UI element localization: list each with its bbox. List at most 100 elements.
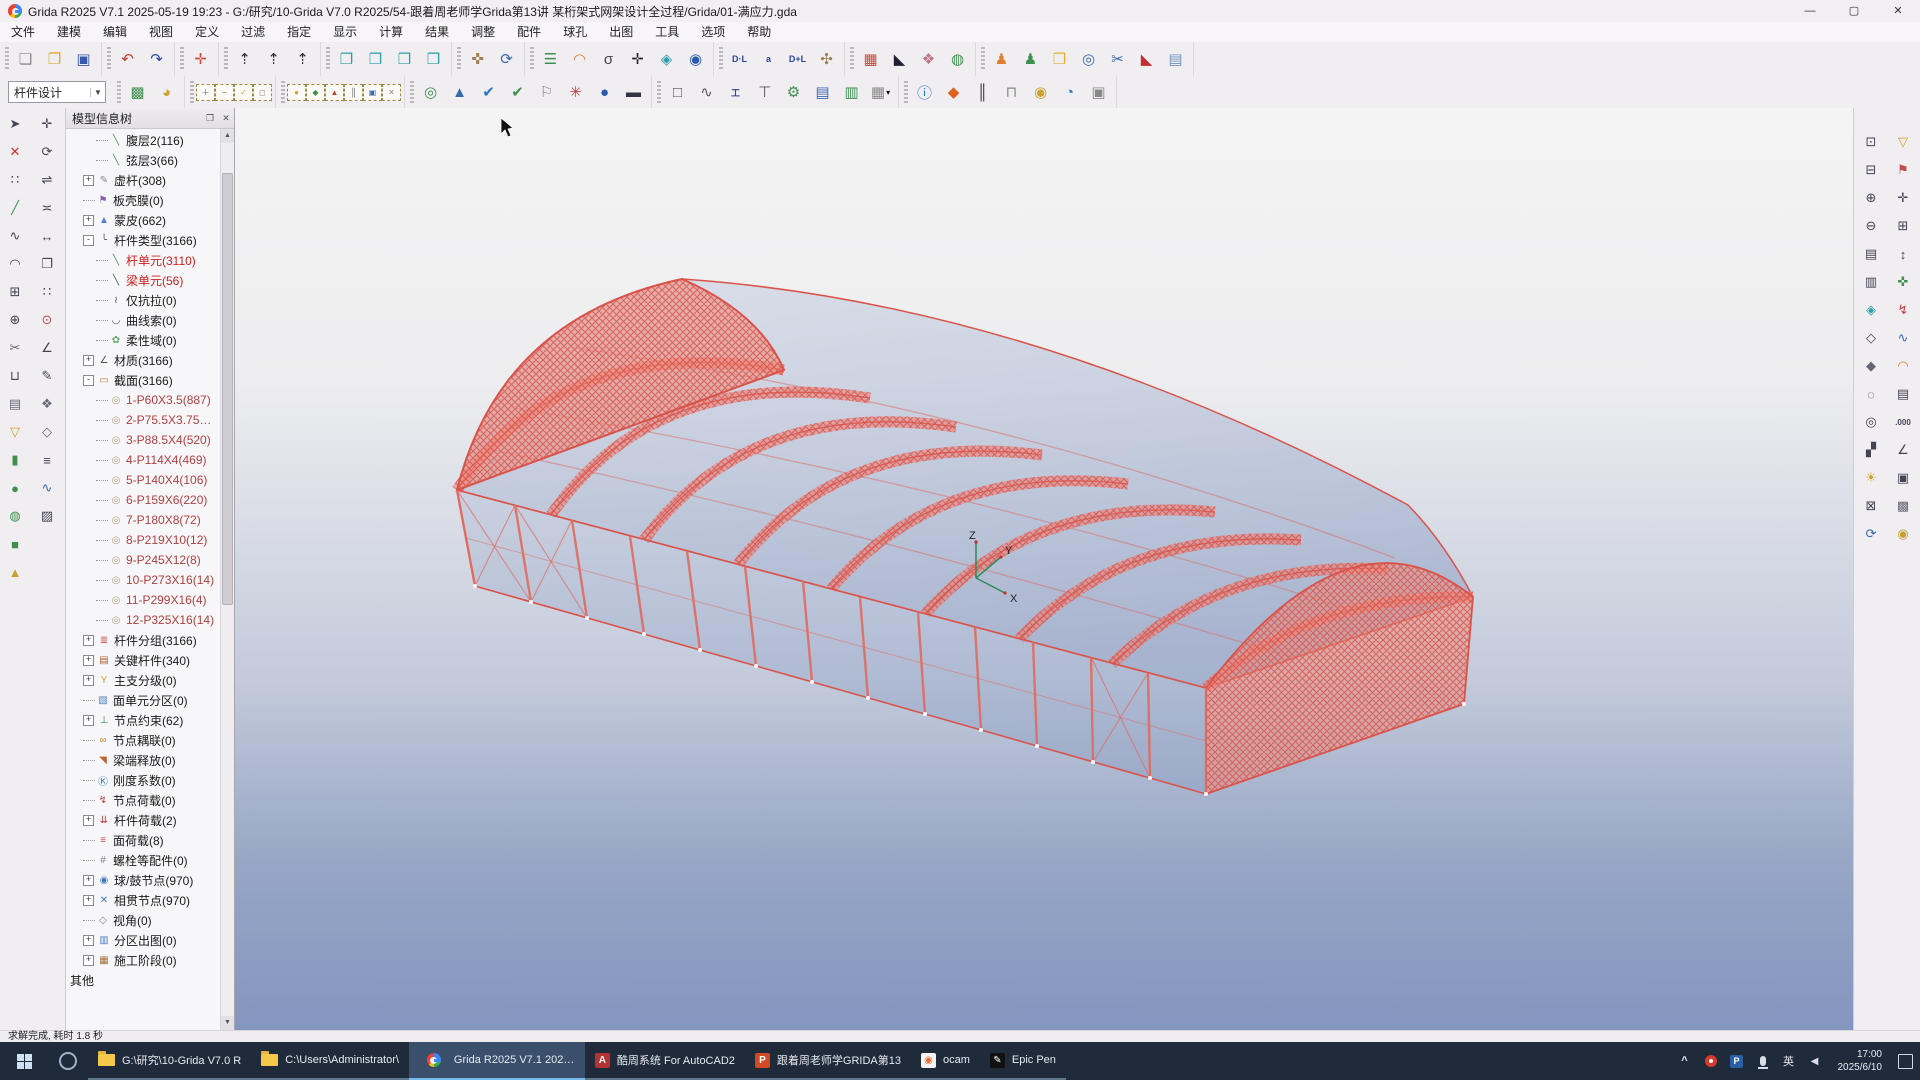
pie-stat-button[interactable]: ◕ [153,79,180,106]
close-button[interactable]: ✕ [1876,0,1920,22]
taskbar-grida[interactable]: Grida R2025 V7.1 2025-( [409,1042,585,1080]
analysis-a-button[interactable]: a [755,46,782,73]
program-tray-icon[interactable]: P [1726,1042,1748,1080]
info-button[interactable]: ⓘ [911,79,938,106]
tree-item-section-icon[interactable]: -▭截面(3166) [66,370,220,390]
solid-cylinder-button[interactable]: ▮ [2,447,28,473]
binoculars-button[interactable]: ◎ [1075,46,1102,73]
polyline-tool-button[interactable]: ∿ [693,79,720,106]
microphone-icon[interactable] [1752,1042,1774,1080]
deform-display-button[interactable]: ∿ [1890,325,1916,351]
select-member-button[interactable]: ◆ [306,84,325,101]
tree-item-truss-element-icon[interactable]: ╲杆单元(3110) [66,250,220,270]
background-button[interactable]: ▩ [1890,493,1916,519]
crosshair-button[interactable]: ⊕ [2,307,28,333]
solid-sphere-button[interactable]: ● [2,475,28,501]
scroll-up-icon[interactable]: ▲ [221,129,234,143]
pyramid-button[interactable]: ▲ [2,559,28,585]
tree-item-view-angle-icon[interactable]: ◇视角(0) [66,910,220,930]
menu-帮助[interactable]: 帮助 [736,22,782,42]
rect-tool-button[interactable]: □ [664,79,691,106]
taskbar-ocam[interactable]: ◉ocam [911,1042,980,1080]
cone-view-button[interactable]: ▲ [446,79,473,106]
new-file-button[interactable]: ❏ [12,46,39,73]
camera-button[interactable]: ▣ [1890,465,1916,491]
menu-调整[interactable]: 调整 [460,22,506,42]
tree-item-virtual-member-icon[interactable]: +✎虚杆(308) [66,170,220,190]
tree-item-node-load-icon[interactable]: ↯节点荷载(0) [66,790,220,810]
delete-red-x-button[interactable]: ✕ [2,139,28,165]
panel-button[interactable]: ▤ [809,79,836,106]
measure-frame-button[interactable]: ⊓ [998,79,1025,106]
tree-expander-icon[interactable]: + [83,215,94,226]
tree-expander-icon[interactable]: + [83,175,94,186]
taskbar-explorer-2[interactable]: C:\Users\Administrator\ [251,1042,409,1080]
tree-item-area-load-icon[interactable]: ≡面荷载(8) [66,830,220,850]
taskbar-ppt[interactable]: P跟着周老师学GRIDA第13 [745,1042,911,1080]
copy-tool-button[interactable]: ❐ [34,251,60,277]
tree-item-area-partition-icon[interactable]: ▧面单元分区(0) [66,690,220,710]
label-toggle-button[interactable]: ⚑ [1890,157,1916,183]
tree-item-beam-element-icon[interactable]: ╲梁单元(56) [66,270,220,290]
model-grid-button[interactable]: ▩ [124,79,151,106]
ungroup-tool-button[interactable]: ◇ [34,419,60,445]
pan-button[interactable]: ✜ [464,46,491,73]
select-plate-button[interactable]: ▲ [325,84,344,101]
tree-item-chord-layer-icon[interactable]: ╲弦层3(66) [66,150,220,170]
axes-display-button[interactable]: ✛ [624,46,651,73]
save-button[interactable]: ▣ [70,46,97,73]
axis-view-z-button[interactable]: ⇡ [260,46,287,73]
tree-item-pipe-section-icon[interactable]: ◎11-P299X16(4) [66,590,220,610]
redo-button[interactable]: ↷ [143,46,170,73]
angle-display-button[interactable]: ∠ [1890,437,1916,463]
check-one-button[interactable]: ✔ [504,79,531,106]
tree-scrollbar[interactable]: ▲ ▼ [220,129,234,1030]
globe-button[interactable]: ◍ [2,503,28,529]
tree-item-stiffness-factor-icon[interactable]: Ⓚ刚度系数(0) [66,770,220,790]
tree-item-bolt-fitting-icon[interactable]: #螺栓等配件(0) [66,850,220,870]
pin-view-button[interactable]: ◉ [1890,521,1916,547]
load-display-button[interactable]: ↯ [1890,297,1916,323]
tray-expand-icon[interactable]: ^ [1674,1042,1696,1080]
select-remove-button[interactable]: − [215,84,234,101]
search-button[interactable] [48,1042,88,1080]
menu-文件[interactable]: 文件 [0,22,46,42]
select-window-button[interactable]: ◻ [253,84,272,101]
menu-过滤[interactable]: 过滤 [230,22,276,42]
grid-toggle-button[interactable]: ⊞ [1890,213,1916,239]
contour-display-button[interactable]: ◠ [566,46,593,73]
tree-item-node-coupling-icon[interactable]: ∞节点耦联(0) [66,730,220,750]
axis-toggle-button[interactable]: ✛ [1890,185,1916,211]
spline-tool-button[interactable]: ∿ [34,475,60,501]
stress-curve-button[interactable]: σ [595,46,622,73]
menu-建模[interactable]: 建模 [46,22,92,42]
lock-view-button[interactable]: ⊠ [1858,493,1884,519]
worker-ok-button[interactable]: ♟ [1017,46,1044,73]
cut-member-button[interactable]: ✂ [2,335,28,361]
hatch-tool-button[interactable]: ▨ [34,503,60,529]
scroll-down-icon[interactable]: ▼ [221,1016,234,1030]
taskbar-explorer-1[interactable]: G:\研究\10-Grida V7.0 R [88,1042,251,1080]
refresh-view-button[interactable]: ⟳ [1858,521,1884,547]
tree-item-cable-icon[interactable]: ◡曲线索(0) [66,310,220,330]
menu-出图[interactable]: 出图 [598,22,644,42]
draw-arc-button[interactable]: ◠ [2,251,28,277]
zoom-extents-button[interactable]: ✛ [187,46,214,73]
taskbar-autocad[interactable]: A酷周系统 For AutoCAD2 [585,1042,745,1080]
tree-item-ball-node-icon[interactable]: +◉球/鼓节点(970) [66,870,220,890]
hot-spot-button[interactable]: ◆ [940,79,967,106]
t-beam-button[interactable]: ⊤ [751,79,778,106]
blue-lens-button[interactable]: ◔ [1056,79,1083,106]
menu-配件[interactable]: 配件 [506,22,552,42]
slab-button[interactable]: ▬ [620,79,647,106]
menu-工具[interactable]: 工具 [644,22,690,42]
tree-item-intersect-node-icon[interactable]: +✕相贯节点(970) [66,890,220,910]
start-button[interactable] [0,1042,48,1080]
tree-item-pipe-section-icon[interactable]: ◎9-P245X12(8) [66,550,220,570]
light-toggle-button[interactable]: ☀ [1858,465,1884,491]
snap-node-button[interactable]: ⊙ [34,307,60,333]
select-line-button[interactable]: ║ [344,84,363,101]
layers-display-button[interactable]: ◈ [653,46,680,73]
rotate-tool-button[interactable]: ⟳ [34,139,60,165]
precision-display-button[interactable]: .000 [1890,409,1916,435]
